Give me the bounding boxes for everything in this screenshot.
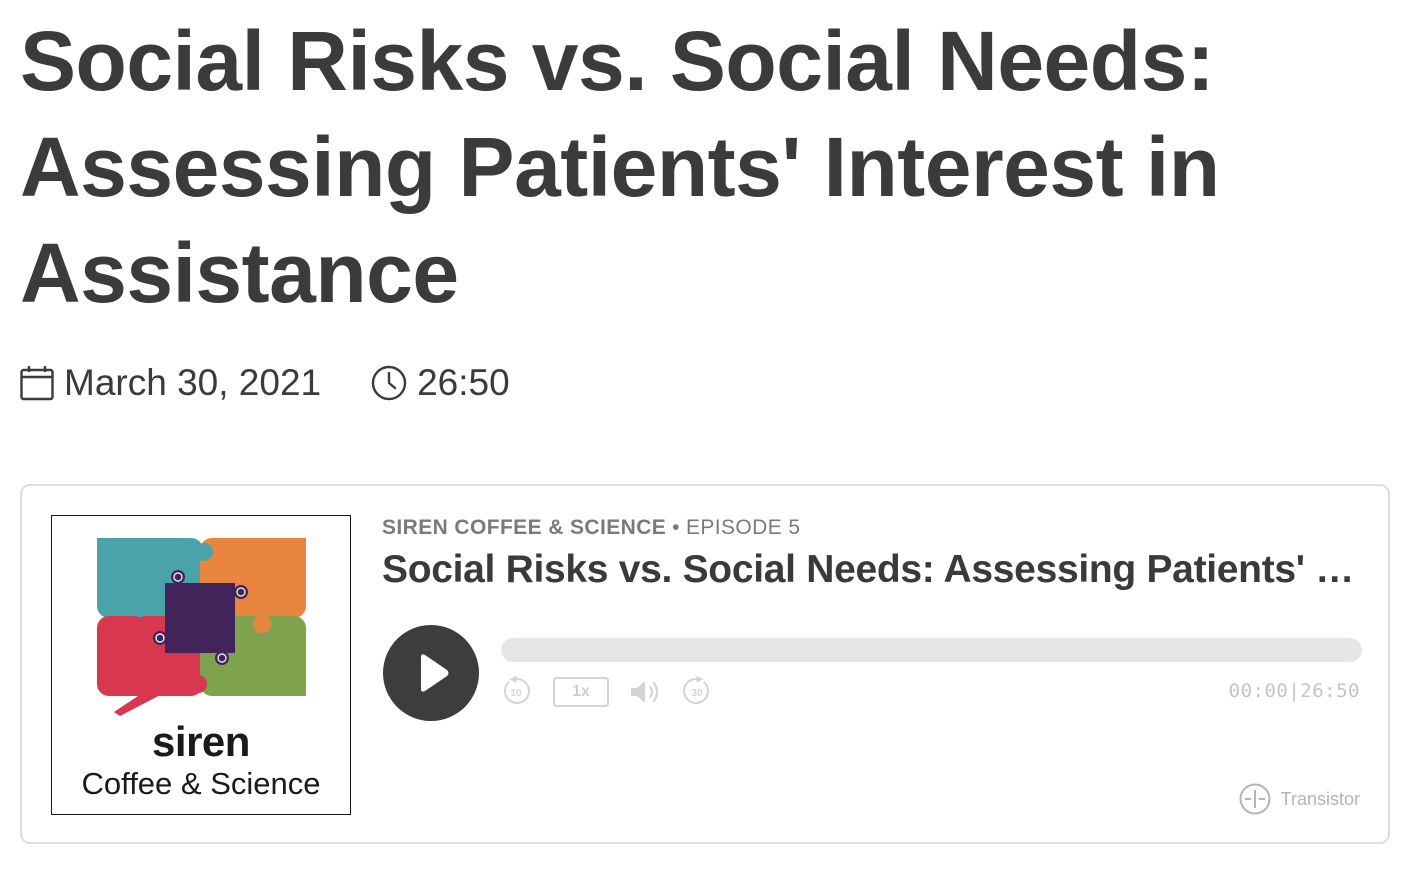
- current-time: 00:00: [1228, 680, 1289, 702]
- publish-date: March 30, 2021: [20, 362, 321, 404]
- progress-bar[interactable]: [501, 638, 1362, 662]
- episode-duration: 26:50: [371, 362, 510, 404]
- total-time: 26:50: [1300, 680, 1360, 702]
- time-readout: 00:00|26:50: [1229, 680, 1360, 702]
- transistor-link[interactable]: Transistor: [1239, 783, 1360, 815]
- separator-dot: •: [672, 516, 680, 539]
- page-title: Social Risks vs. Social Needs: Assessing…: [20, 14, 1220, 320]
- calendar-icon: [20, 366, 54, 401]
- rewind-10-icon[interactable]: 10: [501, 676, 531, 706]
- episode-title[interactable]: Social Risks vs. Social Needs: Assessing…: [382, 548, 1362, 592]
- clock-icon: [371, 365, 407, 401]
- podcast-cover-art: siren Coffee & Science: [51, 515, 351, 815]
- transistor-label: Transistor: [1280, 788, 1360, 809]
- volume-icon[interactable]: [629, 678, 661, 706]
- play-icon: [421, 654, 449, 692]
- forward-30-icon[interactable]: 30: [682, 676, 712, 706]
- cover-brand-subtitle: Coffee & Science: [81, 766, 321, 801]
- episode-meta: March 30, 2021 26:50: [20, 362, 510, 404]
- duration-text: 26:50: [417, 362, 510, 403]
- play-button[interactable]: [383, 625, 479, 721]
- cover-brand-name: siren: [152, 718, 250, 765]
- episode-number: EPISODE 5: [685, 516, 801, 539]
- podcast-player: siren Coffee & Science SIREN COFFEE & SC…: [20, 484, 1390, 844]
- time-separator: |: [1288, 680, 1301, 702]
- rewind-seconds: 10: [510, 688, 522, 699]
- publish-date-text: March 30, 2021: [64, 362, 322, 403]
- episode-label-row: SIREN COFFEE & SCIENCE • EPISODE 5: [382, 516, 800, 540]
- transistor-logo-icon: [1239, 783, 1271, 815]
- playback-speed-button[interactable]: 1x: [553, 677, 609, 707]
- forward-seconds: 30: [691, 688, 703, 699]
- show-name[interactable]: SIREN COFFEE & SCIENCE: [382, 516, 666, 539]
